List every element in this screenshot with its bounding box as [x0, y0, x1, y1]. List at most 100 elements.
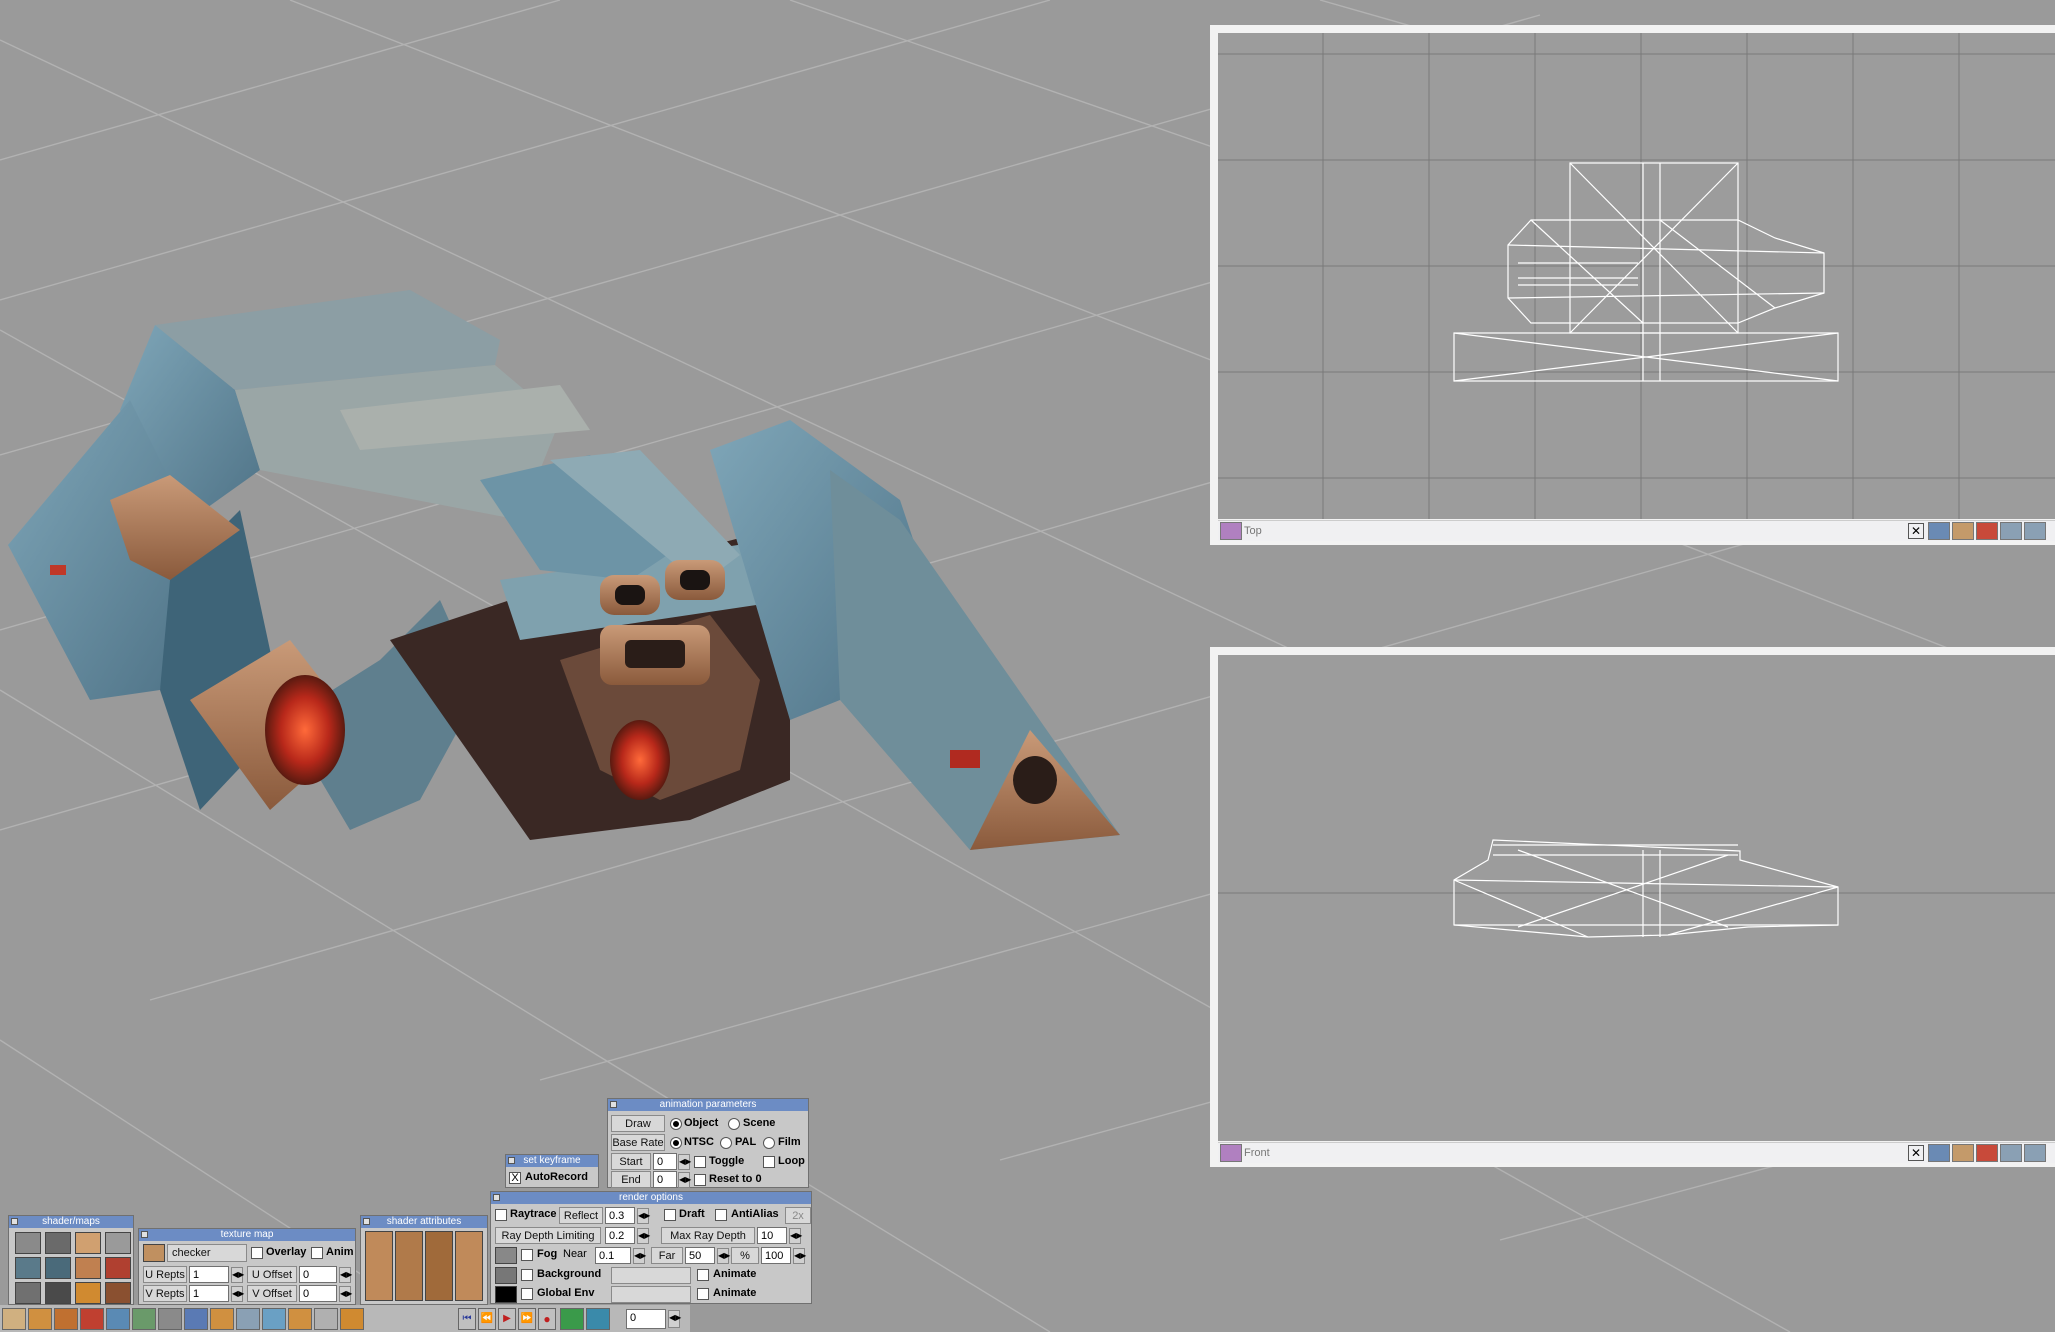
view-icon-3[interactable]	[1976, 522, 1998, 540]
shader-swatch-icon[interactable]	[365, 1231, 393, 1301]
tool-icon-14[interactable]	[340, 1308, 364, 1330]
step-forward-icon[interactable]: ⏩	[518, 1308, 536, 1330]
view-icon-2[interactable]	[1952, 1144, 1974, 1162]
tool-icon-10[interactable]	[236, 1308, 260, 1330]
top-viewport[interactable]: Top ✕	[1210, 25, 2055, 545]
frame-spinner[interactable]: ◀▶	[668, 1310, 681, 1328]
tool-icon-2[interactable]	[28, 1308, 52, 1330]
frame-field[interactable]: 0	[626, 1309, 666, 1329]
shader-swatch-icon[interactable]	[105, 1257, 131, 1279]
background-animate-checkbox[interactable]	[697, 1269, 709, 1281]
max-ray-depth-button[interactable]: Max Ray Depth	[661, 1227, 755, 1244]
global-env-animate-checkbox[interactable]	[697, 1288, 709, 1300]
far-spinner[interactable]: ◀▶	[717, 1248, 730, 1264]
start-field[interactable]: 0	[653, 1153, 677, 1170]
draw-button[interactable]: Draw	[611, 1115, 665, 1132]
spaceship-model[interactable]	[8, 290, 1120, 850]
global-env-checkbox[interactable]	[521, 1288, 533, 1300]
fog-checkbox[interactable]	[521, 1249, 533, 1261]
percent-button[interactable]: %	[731, 1247, 759, 1264]
max-ray-depth-field[interactable]: 10	[757, 1227, 787, 1244]
tool-icon-7[interactable]	[158, 1308, 182, 1330]
collapse-icon[interactable]	[493, 1194, 500, 1201]
shader-swatch-icon[interactable]	[395, 1231, 423, 1301]
v-offset-field[interactable]: 0	[299, 1285, 337, 1302]
tool-icon-11[interactable]	[262, 1308, 286, 1330]
tool-icon-12[interactable]	[288, 1308, 312, 1330]
tool-icon-6[interactable]	[132, 1308, 156, 1330]
viewport-mode-icon[interactable]	[1220, 1144, 1242, 1162]
record-icon[interactable]: ●	[538, 1308, 556, 1330]
shader-swatch-icon[interactable]	[75, 1257, 101, 1279]
v-repts-spinner[interactable]: ◀▶	[231, 1286, 244, 1302]
collapse-icon[interactable]	[11, 1218, 18, 1225]
top-viewport-canvas[interactable]	[1218, 33, 2055, 519]
ray-depth-limiting-button[interactable]: Ray Depth Limiting	[495, 1227, 601, 1244]
raytrace-checkbox[interactable]	[495, 1209, 507, 1221]
close-icon[interactable]: ✕	[1908, 1145, 1924, 1161]
reflect-spinner[interactable]: ◀▶	[637, 1208, 650, 1224]
shader-swatch-icon[interactable]	[105, 1232, 131, 1254]
background-color-swatch[interactable]	[495, 1267, 517, 1284]
front-viewport[interactable]: Front ✕	[1210, 647, 2055, 1167]
collapse-icon[interactable]	[141, 1231, 148, 1238]
u-offset-spinner[interactable]: ◀▶	[339, 1267, 352, 1283]
global-env-color-swatch[interactable]	[495, 1286, 517, 1303]
texture-name-button[interactable]: checker	[167, 1244, 247, 1262]
film-radio[interactable]	[763, 1137, 775, 1149]
near-field[interactable]: 0.1	[595, 1247, 631, 1264]
end-field[interactable]: 0	[653, 1171, 677, 1188]
far-button[interactable]: Far	[651, 1247, 683, 1264]
end-spinner[interactable]: ◀▶	[678, 1172, 691, 1188]
view-icon-5[interactable]	[2024, 1144, 2046, 1162]
v-repts-button[interactable]: V Repts	[143, 1285, 187, 1302]
percent-spinner[interactable]: ◀▶	[793, 1248, 806, 1264]
shader-swatch-icon[interactable]	[15, 1282, 41, 1304]
u-repts-spinner[interactable]: ◀▶	[231, 1267, 244, 1283]
overlay-checkbox[interactable]	[251, 1247, 263, 1259]
shader-swatch-icon[interactable]	[75, 1232, 101, 1254]
view-icon-4[interactable]	[2000, 522, 2022, 540]
shader-swatch-icon[interactable]	[45, 1282, 71, 1304]
pal-radio[interactable]	[720, 1137, 732, 1149]
texture-preview-icon[interactable]	[143, 1244, 165, 1262]
tool-icon-5[interactable]	[106, 1308, 130, 1330]
u-repts-button[interactable]: U Repts	[143, 1266, 187, 1283]
start-button[interactable]: Start	[611, 1153, 651, 1170]
fog-color-swatch[interactable]	[495, 1247, 517, 1264]
undo-icon[interactable]	[560, 1308, 584, 1330]
animation-parameters-title-bar[interactable]: animation parameters	[608, 1099, 808, 1111]
shader-swatch-icon[interactable]	[15, 1232, 41, 1254]
antialias-checkbox[interactable]	[715, 1209, 727, 1221]
step-back-icon[interactable]: ⏪	[478, 1308, 496, 1330]
shader-swatch-icon[interactable]	[105, 1282, 131, 1304]
shader-swatch-icon[interactable]	[45, 1232, 71, 1254]
shader-attributes-title-bar[interactable]: shader attributes	[361, 1216, 487, 1228]
close-icon[interactable]: ✕	[1908, 523, 1924, 539]
collapse-icon[interactable]	[610, 1101, 617, 1108]
loop-checkbox[interactable]	[763, 1156, 775, 1168]
background-checkbox[interactable]	[521, 1269, 533, 1281]
u-repts-field[interactable]: 1	[189, 1266, 229, 1283]
shader-swatch-icon[interactable]	[455, 1231, 483, 1301]
max-ray-depth-spinner[interactable]: ◀▶	[789, 1228, 802, 1244]
reflect-field[interactable]: 0.3	[605, 1207, 635, 1224]
autorecord-checkbox[interactable]: X	[509, 1172, 521, 1184]
ntsc-radio[interactable]	[670, 1137, 682, 1149]
collapse-icon[interactable]	[508, 1157, 515, 1164]
render-options-title-bar[interactable]: render options	[491, 1192, 811, 1204]
v-repts-field[interactable]: 1	[189, 1285, 229, 1302]
v-offset-spinner[interactable]: ◀▶	[339, 1286, 352, 1302]
object-radio[interactable]	[670, 1118, 682, 1130]
ray-depth-limiting-field[interactable]: 0.2	[605, 1227, 635, 1244]
ray-depth-spinner[interactable]: ◀▶	[637, 1228, 650, 1244]
tool-icon-4[interactable]	[80, 1308, 104, 1330]
scene-radio[interactable]	[728, 1118, 740, 1130]
shader-swatch-icon[interactable]	[425, 1231, 453, 1301]
end-button[interactable]: End	[611, 1171, 651, 1188]
tool-icon-13[interactable]	[314, 1308, 338, 1330]
shader-swatch-icon[interactable]	[75, 1282, 101, 1304]
aa-level-button[interactable]: 2x	[785, 1207, 811, 1224]
far-field[interactable]: 50	[685, 1247, 715, 1264]
base-rate-button[interactable]: Base Rate	[611, 1134, 665, 1151]
